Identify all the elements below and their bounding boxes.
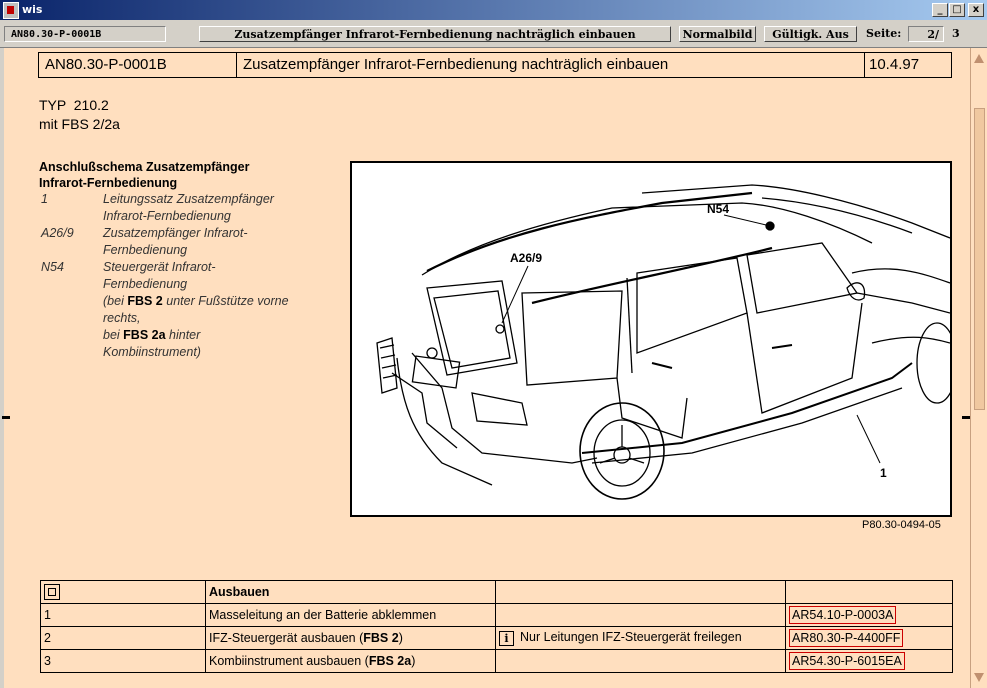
scroll-thumb[interactable] — [974, 108, 985, 410]
step-text-bold: FBS 2a — [368, 654, 412, 668]
table-row: 2 IFZ-Steuergerät ausbauen (FBS 2) i Nur … — [40, 626, 953, 650]
step-text-part: ) — [411, 654, 416, 668]
label-harness: 1 — [880, 466, 887, 480]
table-cell — [495, 580, 786, 604]
legend-line: Fernbedienung — [103, 243, 188, 257]
vertical-scrollbar[interactable] — [970, 48, 987, 688]
label-n54: N54 — [707, 202, 729, 216]
table-cell — [785, 580, 953, 604]
wiring-figure: N54 A26/9 1 — [350, 161, 952, 517]
legend-key: N54 — [41, 260, 64, 274]
legend-line: Steuergerät Infrarot- — [103, 260, 216, 274]
step-note-text: Nur Leitungen IFZ-Steuergerät freilegen — [520, 630, 742, 645]
legend-item: A26/9 Zusatzempfänger Infrarot- Fernbedi… — [39, 225, 339, 259]
legend-line: Zusatzempfänger Infrarot- — [103, 226, 248, 240]
table-header-row: Ausbauen — [40, 580, 953, 604]
note-text: rechts, — [103, 311, 141, 325]
step-text-part: ) — [398, 631, 403, 645]
normalbild-button[interactable]: Normalbild — [679, 26, 756, 42]
legend-line: Fernbedienung — [103, 277, 188, 291]
step-text-bold: FBS 2 — [363, 631, 399, 645]
step-number: 1 — [40, 603, 206, 627]
maximize-button[interactable]: □ — [949, 3, 965, 17]
step-number: 3 — [40, 649, 206, 673]
info-icon[interactable]: i — [499, 630, 514, 646]
step-note — [495, 603, 786, 627]
step-ref-cell: AR54.10-P-0003A — [785, 603, 953, 627]
note-text: bei — [103, 328, 124, 342]
step-ref-cell: AR54.30-P-6015EA — [785, 649, 953, 673]
step-ref-cell: AR80.30-P-4400FF — [785, 626, 953, 650]
legend-note: (bei FBS 2 unter Fußstütze vorne — [103, 293, 339, 310]
step-ref-link[interactable]: AR54.30-P-6015EA — [789, 652, 905, 670]
app-icon — [3, 2, 19, 19]
step-text-part: IFZ-Steuergerät ausbauen ( — [209, 631, 364, 645]
note-text: (bei — [103, 294, 128, 308]
legend-note: bei FBS 2a hinter — [103, 327, 339, 344]
table-row: 1 Masseleitung an der Batterie abklemmen… — [40, 603, 953, 627]
legend-text: Steuergerät Infrarot- Fernbedienung (bei… — [103, 259, 339, 361]
doc-header: AN80.30-P-0001B Zusatzempfänger Infrarot… — [38, 52, 952, 78]
schema-heading: Anschlußschema Zusatzempfänger — [39, 160, 250, 174]
header-date: 10.4.97 — [869, 56, 920, 73]
step-note: i Nur Leitungen IFZ-Steuergerät freilegen — [495, 626, 786, 650]
right-margin-mark — [962, 416, 970, 419]
legend-item: 1 Leitungssatz Zusatzempfänger Infrarot-… — [39, 191, 339, 225]
note-bold: FBS 2 — [127, 294, 163, 308]
page-total: 3 — [952, 27, 960, 40]
table-heading: Ausbauen — [205, 580, 496, 604]
scroll-up-icon[interactable] — [974, 54, 984, 63]
legend-item: N54 Steuergerät Infrarot- Fernbedienung … — [39, 259, 339, 361]
page-current[interactable]: 2/ — [908, 26, 944, 42]
car-illustration: N54 A26/9 1 — [376, 184, 950, 500]
step-note — [495, 649, 786, 673]
minimize-button[interactable]: _ — [932, 3, 948, 17]
steps-table: Ausbauen 1 Masseleitung an der Batterie … — [40, 580, 953, 673]
page-label: Seite: — [866, 27, 902, 40]
legend-line: Leitungssatz Zusatzempfänger — [103, 192, 274, 206]
expand-icon[interactable] — [44, 584, 60, 600]
schema-heading-2: Infrarot-Fernbedienung — [39, 176, 178, 190]
toolbar: AN80.30-P-0001B Zusatzempfänger Infrarot… — [0, 20, 987, 48]
typ-line: TYP 210.2 — [39, 97, 109, 113]
note-text: unter Fußstütze vorne — [162, 294, 289, 308]
doc-id-field[interactable]: AN80.30-P-0001B — [4, 26, 166, 42]
left-margin-mark — [2, 416, 10, 419]
step-text: Kombiinstrument ausbauen (FBS 2a) — [205, 649, 496, 673]
table-cell — [40, 580, 206, 604]
note-text: hinter — [165, 328, 201, 342]
legend-key: 1 — [41, 192, 48, 206]
legend-text: Leitungssatz Zusatzempfänger Infrarot-Fe… — [103, 191, 339, 225]
note-text: Kombiinstrument) — [103, 345, 201, 359]
legend-text: Zusatzempfänger Infrarot- Fernbedienung — [103, 225, 339, 259]
table-row: 3 Kombiinstrument ausbauen (FBS 2a) AR54… — [40, 649, 953, 673]
step-text-part: Kombiinstrument ausbauen ( — [209, 654, 369, 668]
note-bold: FBS 2a — [123, 328, 166, 342]
legend-line: Infrarot-Fernbedienung — [103, 209, 231, 223]
window-title: wis — [22, 3, 43, 16]
legend-key: A26/9 — [41, 226, 74, 240]
gueltigkeit-button[interactable]: Gültigk. Aus — [764, 26, 857, 42]
step-ref-link[interactable]: AR80.30-P-4400FF — [789, 629, 904, 647]
vehicle-type: TYP 210.2 mit FBS 2/2a — [39, 96, 120, 134]
step-text: IFZ-Steuergerät ausbauen (FBS 2) — [205, 626, 496, 650]
header-title: Zusatzempfänger Infrarot-Fernbedienung n… — [237, 53, 865, 77]
step-ref-link[interactable]: AR54.10-P-0003A — [789, 606, 897, 624]
step-number: 2 — [40, 626, 206, 650]
schema-legend: Anschlußschema Zusatzempfänger Infrarot-… — [39, 159, 339, 361]
header-doc-id: AN80.30-P-0001B — [39, 53, 237, 77]
title-bar: wis _ □ x — [0, 0, 987, 20]
fbs-line: mit FBS 2/2a — [39, 116, 120, 132]
doc-title-field[interactable]: Zusatzempfänger Infrarot-Fernbedienung n… — [199, 26, 671, 42]
label-a26-9: A26/9 — [510, 251, 542, 265]
figure-reference: P80.30-0494-05 — [862, 519, 941, 531]
scroll-down-icon[interactable] — [974, 673, 984, 682]
step-text: Masseleitung an der Batterie abklemmen — [205, 603, 496, 627]
close-button[interactable]: x — [968, 3, 984, 17]
document-content: AN80.30-P-0001B Zusatzempfänger Infrarot… — [4, 48, 970, 688]
